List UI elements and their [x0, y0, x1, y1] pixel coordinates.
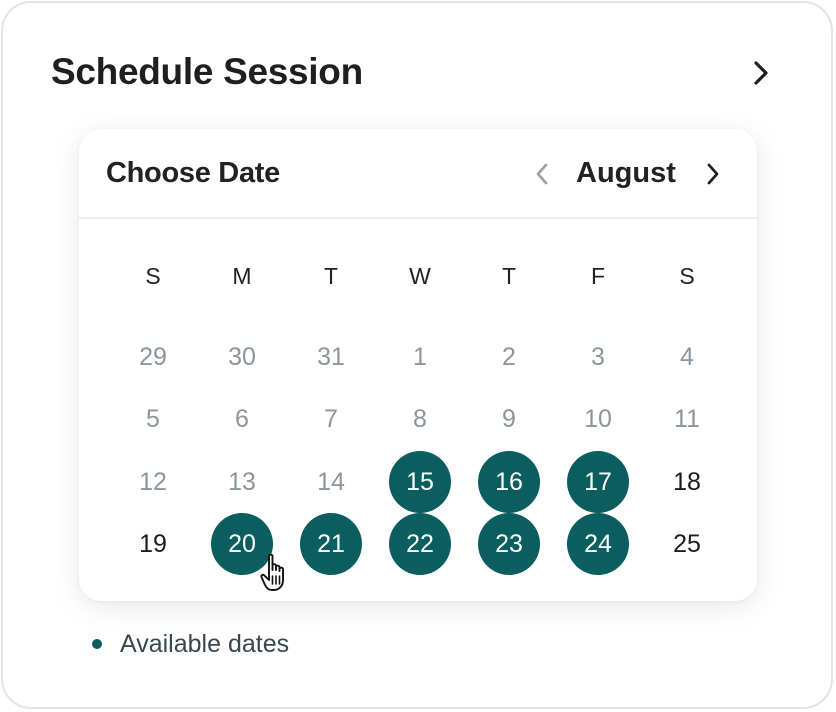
available-date[interactable]: 16 — [478, 451, 540, 513]
chevron-right-icon — [707, 163, 719, 185]
calendar-date: 1 — [413, 342, 427, 371]
calendar-date: 19 — [139, 529, 167, 558]
weekday-label: T — [323, 263, 339, 289]
available-date[interactable]: 15 — [389, 451, 451, 513]
weekday-label: M — [232, 263, 252, 289]
available-date[interactable]: 24 — [567, 513, 629, 575]
month-label: August — [576, 157, 676, 189]
calendar-date: 5 — [146, 404, 160, 433]
header-next-button[interactable] — [743, 55, 779, 91]
calendar-title: Choose Date — [106, 157, 280, 189]
dot-icon — [92, 639, 102, 649]
calendar-header: Choose Date August — [79, 129, 757, 219]
legend: Available dates — [92, 628, 289, 660]
available-date[interactable]: 22 — [389, 513, 451, 575]
prev-month-button[interactable] — [527, 158, 557, 190]
weekday-label: T — [501, 263, 517, 289]
next-month-button[interactable] — [698, 158, 728, 190]
calendar-date: 14 — [317, 467, 345, 496]
chevron-left-icon — [536, 163, 548, 185]
calendar-date: 29 — [139, 342, 167, 371]
calendar-date: 7 — [324, 404, 338, 433]
calendar-card: Choose Date August SMTWTFS 29 30 31 1 2 3 4 5 6 7… — [79, 129, 757, 601]
calendar-date: 3 — [591, 342, 605, 371]
calendar-date: 8 — [413, 404, 427, 433]
calendar-date: 13 — [228, 467, 256, 496]
calendar-date: 4 — [680, 342, 694, 371]
page-title: Schedule Session — [51, 51, 363, 92]
available-date[interactable]: 21 — [300, 513, 362, 575]
weekday-label: S — [145, 263, 161, 289]
calendar-date: 11 — [674, 404, 700, 433]
calendar-date: 31 — [317, 342, 345, 371]
weekday-label: S — [679, 263, 695, 289]
calendar-date: 2 — [502, 342, 516, 371]
weekday-label: W — [409, 263, 431, 289]
available-date[interactable]: 17 — [567, 451, 629, 513]
chevron-right-icon — [754, 61, 768, 85]
weekday-label: F — [590, 263, 606, 289]
calendar-date: 10 — [584, 404, 612, 433]
hand-pointer-icon — [260, 553, 284, 591]
calendar-date: 30 — [228, 342, 256, 371]
calendar-date: 6 — [235, 404, 249, 433]
available-date[interactable]: 23 — [478, 513, 540, 575]
calendar-date: 12 — [139, 467, 167, 496]
calendar-date: 25 — [673, 529, 701, 558]
calendar-date: 18 — [673, 467, 701, 496]
legend-label: Available dates — [120, 629, 290, 658]
calendar-date: 9 — [502, 404, 516, 433]
